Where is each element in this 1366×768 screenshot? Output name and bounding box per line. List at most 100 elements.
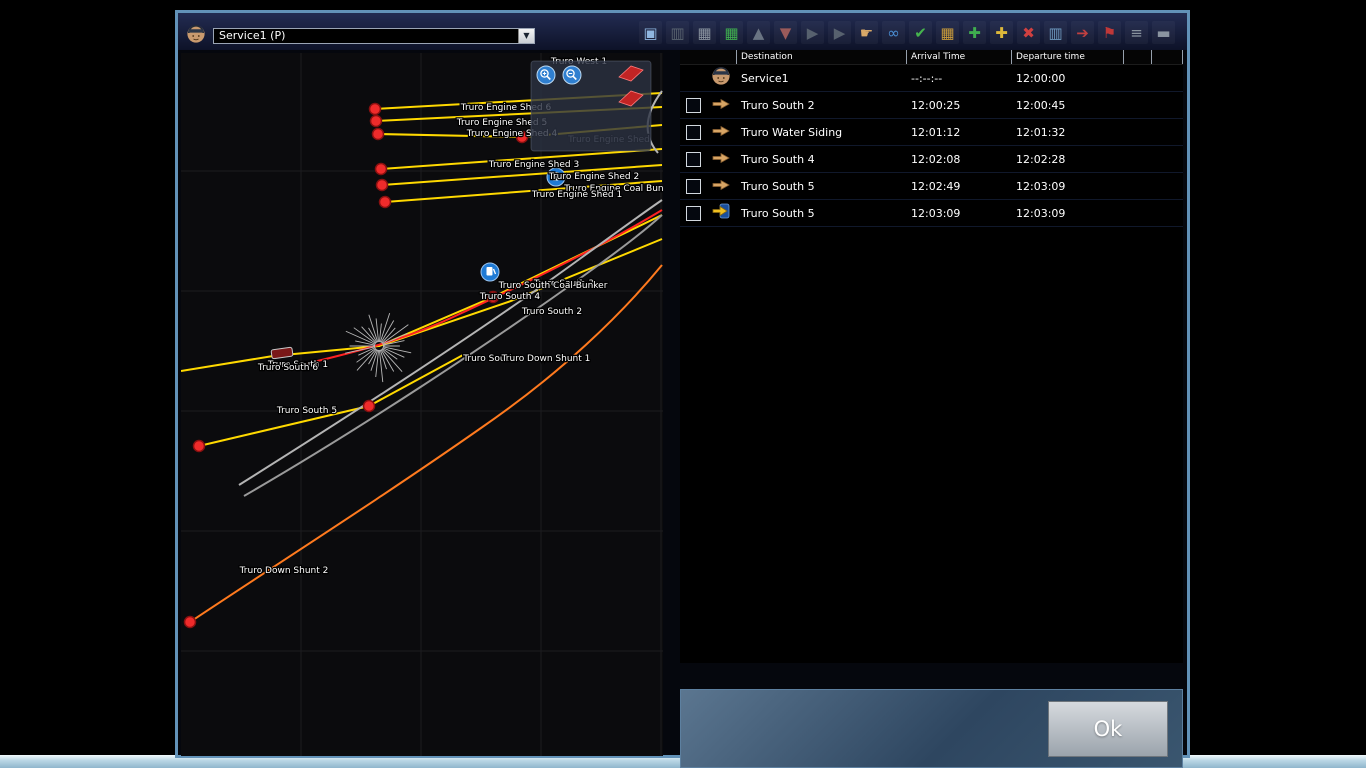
map-label: Truro Engine Shed 3 — [488, 160, 579, 170]
copy-icon[interactable]: ▥ — [1044, 21, 1067, 44]
departure-time-cell: 12:00:00 — [1011, 72, 1123, 85]
track-end-marker[interactable] — [370, 104, 381, 115]
destination-cell: Truro Water Siding — [736, 126, 906, 139]
train-marker[interactable] — [271, 347, 293, 359]
grid-green-icon[interactable]: ▦ — [720, 21, 743, 44]
column-header: Departure time — [1011, 50, 1123, 64]
destination-cell: Truro South 2 — [736, 99, 906, 112]
hand-icon — [712, 177, 730, 196]
arrival-time-cell: 12:03:09 — [906, 207, 1011, 220]
service-selector-value: Service1 (P) — [219, 29, 285, 42]
binoculars-icon[interactable]: ∞ — [882, 21, 905, 44]
departure-time-cell: 12:01:32 — [1011, 126, 1123, 139]
column-header: Destination — [736, 50, 906, 64]
stops-table: DestinationArrival TimeDeparture time Se… — [680, 50, 1183, 663]
add-waypoint-icon[interactable]: ✚ — [990, 21, 1013, 44]
column-header — [706, 50, 736, 64]
column-header — [680, 50, 706, 64]
destination-cell: Service1 — [736, 72, 906, 85]
table-header: DestinationArrival TimeDeparture time — [680, 50, 1183, 65]
map-label: Truro Engine Shed 2 — [548, 172, 639, 182]
track-end-marker[interactable] — [376, 164, 387, 175]
junction-sunburst — [380, 313, 389, 342]
save-icon[interactable]: ▣ — [639, 21, 662, 44]
chevron-down-icon[interactable]: ▼ — [518, 29, 534, 43]
step-forward-icon[interactable]: ▶ — [801, 21, 824, 44]
map-label: Truro South 6 — [257, 363, 318, 373]
map-label: Truro Engine Shed 1 — [531, 190, 622, 200]
row-checkbox[interactable] — [686, 152, 701, 167]
jump-icon — [712, 203, 730, 223]
destination-cell: Truro South 4 — [736, 153, 906, 166]
table-row[interactable]: Truro South 412:02:0812:02:28 — [680, 146, 1183, 173]
departure-time-cell: 12:00:45 — [1011, 99, 1123, 112]
track-end-marker[interactable] — [364, 401, 375, 412]
column-header — [1151, 50, 1183, 64]
hand-icon — [712, 150, 730, 169]
red-track — [301, 210, 662, 365]
hand-icon — [712, 96, 730, 115]
map-label: Truro Down Shunt 1 — [501, 354, 591, 364]
map-label: Truro South 5 — [276, 406, 337, 416]
driver-icon — [186, 24, 207, 45]
route-map-canvas[interactable]: Truro West 1Truro Engine Shed 6Truro Eng… — [181, 53, 663, 756]
driver-icon — [711, 66, 731, 90]
fuel-point-icon[interactable] — [481, 263, 499, 281]
row-checkbox[interactable] — [686, 206, 701, 221]
zoom-out-button[interactable] — [563, 66, 581, 84]
exit-arrow-icon[interactable]: ➔ — [1071, 21, 1094, 44]
arrow-up-icon[interactable]: ▲ — [747, 21, 770, 44]
arrival-time-cell: 12:01:12 — [906, 126, 1011, 139]
ok-button[interactable]: Ok — [1048, 701, 1168, 757]
departure-time-cell: 12:03:09 — [1011, 207, 1123, 220]
arrow-down-icon[interactable]: ▼ — [774, 21, 797, 44]
grid-icon[interactable]: ▦ — [693, 21, 716, 44]
destination-cell: Truro South 5 — [736, 207, 906, 220]
clipboard-icon[interactable]: ▥ — [666, 21, 689, 44]
gray-track-1 — [239, 200, 662, 485]
destination-cell: Truro South 5 — [736, 180, 906, 193]
table-row[interactable]: Truro South 212:00:2512:00:45 — [680, 92, 1183, 119]
track-end-marker[interactable] — [373, 129, 384, 140]
confirm-panel: Ok — [680, 689, 1183, 768]
route-map[interactable]: Truro West 1Truro Engine Shed 6Truro Eng… — [181, 53, 663, 756]
report-check-icon[interactable]: ✔ — [909, 21, 932, 44]
track-end-marker[interactable] — [371, 116, 382, 127]
remove-service-icon[interactable]: ✖ — [1017, 21, 1040, 44]
step-into-icon[interactable]: ▶ — [828, 21, 851, 44]
track-end-marker[interactable] — [380, 197, 391, 208]
column-header — [1123, 50, 1151, 64]
drive-hand-icon[interactable]: ☛ — [855, 21, 878, 44]
timetable-panel: DestinationArrival TimeDeparture time Se… — [680, 50, 1183, 755]
table-row[interactable]: Truro Water Siding12:01:1212:01:32 — [680, 119, 1183, 146]
departure-time-cell: 12:02:28 — [1011, 153, 1123, 166]
service-selector[interactable]: Service1 (P) ▼ — [213, 28, 535, 44]
map-label: Truro South 4 — [479, 292, 540, 302]
row-checkbox[interactable] — [686, 125, 701, 140]
map-label: Truro Down Shunt 2 — [239, 566, 329, 576]
table-row[interactable]: Truro South 512:03:0912:03:09 — [680, 200, 1183, 227]
table-row[interactable]: Service1--:--:--12:00:00 — [680, 65, 1183, 92]
departure-time-cell: 12:03:09 — [1011, 180, 1123, 193]
list-icon[interactable]: ≡ — [1125, 21, 1148, 44]
add-service-icon[interactable]: ✚ — [963, 21, 986, 44]
row-checkbox[interactable] — [686, 98, 701, 113]
zoom-in-button[interactable] — [537, 66, 555, 84]
screen: Service1 (P) ▼ ▣▥▦▦▲▼▶▶☛∞✔▦✚✚✖▥➔⚑≡▬ Trur… — [0, 0, 1366, 768]
track-end-marker[interactable] — [194, 441, 205, 452]
table-body: Service1--:--:--12:00:00Truro South 212:… — [680, 65, 1183, 227]
track-end-marker[interactable] — [377, 180, 388, 191]
gray-track-2 — [244, 215, 662, 496]
arrival-time-cell: 12:02:49 — [906, 180, 1011, 193]
track-end-marker[interactable] — [185, 617, 196, 628]
toolbar: ▣▥▦▦▲▼▶▶☛∞✔▦✚✚✖▥➔⚑≡▬ — [639, 21, 1181, 44]
table-row[interactable]: Truro South 512:02:4912:03:09 — [680, 173, 1183, 200]
arrival-time-cell: 12:00:25 — [906, 99, 1011, 112]
row-checkbox[interactable] — [686, 179, 701, 194]
map-label: Truro South 2 — [521, 307, 582, 317]
minimize-icon[interactable]: ▬ — [1152, 21, 1175, 44]
palette-grid-icon[interactable]: ▦ — [936, 21, 959, 44]
hand-icon — [712, 123, 730, 142]
flag-icon[interactable]: ⚑ — [1098, 21, 1121, 44]
column-header: Arrival Time — [906, 50, 1011, 64]
